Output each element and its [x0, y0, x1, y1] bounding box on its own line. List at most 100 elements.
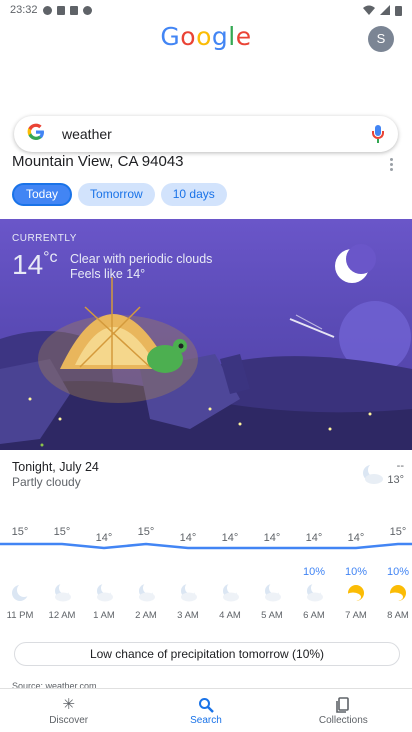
hourly-item: 14° 3 AM: [168, 520, 208, 621]
hourly-item: 14° 10% 7 AM: [336, 520, 376, 621]
header: Google S: [0, 20, 412, 116]
nav-discover-label: Discover: [49, 715, 89, 726]
hourly-precip: [42, 566, 82, 578]
hourly-item: 14° 10% 6 AM: [294, 520, 334, 621]
location-title: Mountain View, CA 94043: [12, 153, 184, 170]
nav-discover[interactable]: ✳ Discover: [0, 689, 137, 732]
tonight-low: 13°: [387, 474, 404, 486]
nav-collections-label: Collections: [318, 715, 368, 726]
tab-tomorrow[interactable]: Tomorrow: [78, 183, 155, 206]
hourly-precip: 10%: [302, 566, 326, 578]
tonight-condition: Partly cloudy: [12, 475, 81, 489]
hourly-precip: [210, 566, 250, 578]
hourly-precip: [0, 566, 40, 578]
current-temperature: 14°c: [12, 249, 58, 280]
hourly-time: 12 AM: [48, 610, 76, 621]
bottom-nav: ✳ Discover Search Collections: [0, 688, 412, 732]
weather-illustration: CURRENTLY 14°c Clear with periodic cloud…: [0, 219, 412, 450]
hourly-time: 6 AM: [303, 610, 325, 621]
asterisk-icon: ✳: [62, 696, 75, 713]
hourly-precip: [168, 566, 208, 578]
sun-cloud-icon: [345, 582, 367, 604]
moon-cloud-icon: [51, 582, 73, 604]
hourly-time: 11 PM: [6, 610, 34, 621]
hourly-time: 7 AM: [345, 610, 367, 621]
hourly-item: 15° 2 AM: [126, 520, 166, 621]
logo-letter: l: [228, 22, 236, 51]
hourly-temp: 14°: [221, 532, 239, 544]
status-bar: 23:32: [0, 0, 412, 20]
moon-icon: [9, 582, 31, 604]
google-notification-icon: [56, 5, 65, 15]
collections-icon: [275, 697, 412, 713]
search-input[interactable]: [62, 126, 370, 142]
moon-cloud-icon: [135, 582, 157, 604]
hourly-item: 14° 1 AM: [84, 520, 124, 621]
search-bar[interactable]: [14, 116, 398, 152]
shop-notification-icon: [69, 5, 78, 15]
hourly-time: 2 AM: [135, 610, 157, 621]
hourly-precip: [126, 566, 166, 578]
nav-search-label: Search: [190, 715, 222, 726]
hourly-temp: 15°: [53, 526, 71, 538]
hourly-temp: 14°: [95, 532, 113, 544]
hourly-temp: 14°: [263, 532, 281, 544]
logo-letter: e: [235, 22, 252, 51]
hourly-time: 8 AM: [387, 610, 409, 621]
battery-icon: [395, 5, 402, 16]
hourly-temp: 15°: [389, 526, 407, 538]
hourly-forecast[interactable]: 15° 11 PM 15° 12 AM 14° 1 AM 15° 2 AM 14° 3 AM 14°…: [0, 520, 412, 630]
logo-letter: o: [180, 22, 197, 51]
current-condition: Clear with periodic clouds: [70, 252, 213, 266]
search-icon: [137, 697, 274, 713]
hourly-item: 15° 10% 8 AM: [378, 520, 412, 621]
hourly-temp: 15°: [11, 526, 29, 538]
nav-collections[interactable]: Collections: [275, 689, 412, 732]
moon-cloud-icon: [177, 582, 199, 604]
moon-cloud-icon: [93, 582, 115, 604]
notification-icon: [42, 5, 52, 15]
logo-letter: o: [196, 22, 212, 51]
moon-cloud-icon: [363, 463, 383, 484]
hourly-item: 15° 12 AM: [42, 520, 82, 621]
sun-cloud-icon: [387, 582, 409, 604]
hourly-precip: [252, 566, 292, 578]
tonight-high: --: [396, 460, 404, 472]
logo-letter: g: [211, 22, 229, 51]
hourly-item: 14° 4 AM: [210, 520, 250, 621]
hourly-temp: 14°: [347, 532, 365, 544]
status-time: 23:32: [10, 4, 38, 16]
hourly-time: 4 AM: [219, 610, 241, 621]
hourly-item: 15° 11 PM: [0, 520, 40, 621]
wifi-icon: [363, 5, 375, 15]
tonight-title: Tonight, July 24: [12, 460, 99, 474]
hourly-temp: 14°: [305, 532, 323, 544]
hourly-time: 3 AM: [177, 610, 199, 621]
mic-icon[interactable]: [370, 124, 386, 144]
more-options-icon[interactable]: [390, 158, 394, 172]
precipitation-note[interactable]: Low chance of precipitation tomorrow (10…: [14, 642, 400, 666]
hourly-temp: 14°: [179, 532, 197, 544]
tab-10-days[interactable]: 10 days: [160, 183, 227, 206]
hourly-time: 5 AM: [261, 610, 283, 621]
hourly-precip: 10%: [344, 566, 368, 578]
google-g-icon: [26, 122, 50, 147]
google-logo: Google: [0, 22, 412, 51]
moon-cloud-icon: [303, 582, 325, 604]
currently-label: CURRENTLY: [12, 233, 77, 244]
signal-icon: [380, 5, 390, 15]
hourly-time: 1 AM: [93, 610, 115, 621]
tab-today[interactable]: Today: [12, 183, 73, 206]
hourly-precip: 10%: [386, 566, 410, 578]
hourly-precip: [84, 566, 124, 578]
hourly-item: 14° 5 AM: [252, 520, 292, 621]
moon-cloud-icon: [261, 582, 283, 604]
avatar[interactable]: S: [368, 26, 394, 52]
day-tabs: Today Tomorrow 10 days: [12, 183, 227, 206]
feels-like: Feels like 14°: [70, 267, 146, 281]
hourly-temp: 15°: [137, 526, 155, 538]
moon-cloud-icon: [219, 582, 241, 604]
podcast-notification-icon: [82, 5, 92, 15]
nav-search[interactable]: Search: [137, 689, 274, 732]
logo-letter: G: [160, 22, 181, 51]
